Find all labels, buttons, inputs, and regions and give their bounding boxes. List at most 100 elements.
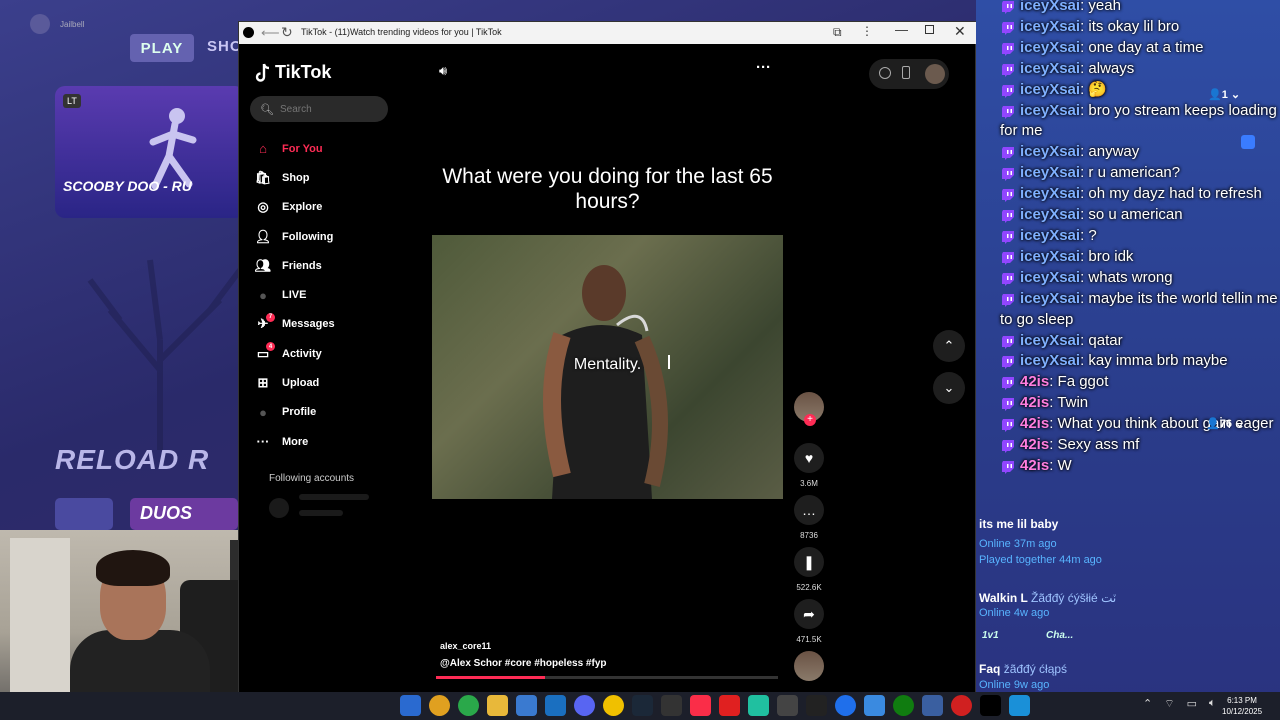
maximize-icon[interactable] [925, 25, 934, 34]
window-title: TikTok - (11)Watch trending videos for y… [301, 27, 502, 37]
close-icon[interactable]: ✕ [954, 23, 966, 40]
chat-message: iceyXsai: so u american [976, 205, 1280, 226]
steam-icon[interactable] [632, 695, 653, 716]
profile-avatar[interactable] [925, 64, 945, 84]
nav-item-for-you[interactable]: ⌂ For You [253, 134, 403, 163]
heart-icon[interactable]: ♥ [794, 443, 824, 473]
reload-icon[interactable]: ↻ [281, 24, 293, 41]
twitch-icon [1002, 335, 1014, 349]
nav-item-upload[interactable]: ⊞ Upload [253, 368, 403, 397]
nav-item-messages[interactable]: ✈︎ 7 Messages [253, 310, 403, 339]
clock[interactable]: 6:13 PM 10/12/2025 [1222, 695, 1262, 717]
speaker-icon[interactable]: 🔈︎ [1209, 697, 1216, 711]
nav-item-label: Upload [282, 377, 320, 390]
video-player[interactable]: What were you doing for the last 65 hour… [432, 82, 783, 702]
play-button[interactable]: PLAY [130, 34, 194, 62]
twitch-icon [1002, 105, 1014, 119]
file-explorer-icon[interactable] [487, 695, 508, 716]
app4-icon[interactable] [806, 695, 827, 716]
app3-icon[interactable] [777, 695, 798, 716]
monitor-icon[interactable]: ▭ [1187, 697, 1197, 711]
search-input[interactable] [279, 103, 380, 115]
sound-disc-avatar[interactable] [794, 651, 824, 681]
discord-icon[interactable] [574, 695, 595, 716]
nav-item-profile[interactable]: ● Profile [253, 398, 403, 427]
device-icon[interactable] [902, 66, 910, 79]
epic-icon[interactable] [661, 695, 682, 716]
nav-item-shop[interactable]: 🛍︎ Shop [253, 163, 403, 192]
nav-item-more[interactable]: ··· More [253, 427, 403, 456]
edge-icon[interactable] [835, 695, 856, 716]
event-card[interactable]: LT SCOOBY DOO - RU [55, 86, 245, 218]
xbox-icon[interactable] [893, 695, 914, 716]
search-box[interactable]: 🔍︎ [250, 96, 388, 122]
comment-icon[interactable]: … [794, 495, 824, 525]
chat-message: iceyXsai: qatar [976, 331, 1280, 352]
nav-item-explore[interactable]: ◎ Explore [253, 193, 403, 222]
creator-avatar[interactable]: + [792, 392, 826, 426]
bookmark-icon[interactable]: ❚ [794, 547, 824, 577]
video-subject [543, 265, 668, 499]
more-options-icon[interactable]: ··· [756, 59, 771, 76]
sound-disc[interactable] [792, 651, 826, 681]
network-icon[interactable]: ⌔ [1164, 697, 1174, 711]
tiktok-logo[interactable]: TikTok [255, 62, 331, 83]
explore-shortcut-icon[interactable] [879, 67, 891, 79]
app2-icon[interactable] [748, 695, 769, 716]
chat-text: always [1088, 59, 1135, 77]
previous-video-button[interactable]: ⌃ [933, 330, 965, 362]
app8-icon[interactable] [1009, 695, 1030, 716]
browser-window: ⟵ ↻ TikTok - (11)Watch trending videos f… [238, 21, 976, 702]
share-action[interactable]: ➦ 471.5K [792, 599, 826, 644]
youtube-icon[interactable] [719, 695, 740, 716]
nav-item-following[interactable]: 👤︎ Following [253, 222, 403, 251]
app7-icon[interactable] [951, 695, 972, 716]
widget-icon[interactable] [400, 695, 421, 716]
volume-icon[interactable]: 🔊︎ [439, 63, 447, 79]
app-icon[interactable] [603, 695, 624, 716]
app6-icon[interactable] [922, 695, 943, 716]
app5-icon[interactable] [864, 695, 885, 716]
video-clip[interactable]: Mentality. [432, 235, 783, 499]
minimize-icon[interactable]: — [895, 22, 908, 37]
friend-extra: Žãđđý ćýšłié ٽت [1031, 591, 1117, 605]
back-arrow-icon[interactable]: ⟵ [261, 25, 280, 41]
nav-item-activity[interactable]: ▭ 4 Activity [253, 339, 403, 368]
comment-action[interactable]: … 8736 [792, 495, 826, 540]
store-icon[interactable] [516, 695, 537, 716]
next-video-button[interactable]: ⌄ [933, 372, 965, 404]
avatar-icon[interactable] [30, 14, 50, 34]
tray-arrow-icon[interactable]: ⌃ [1143, 697, 1152, 711]
friend-name-text: Walkin L [979, 591, 1028, 605]
video-description[interactable]: @Alex Schor #core #hopeless #fyp [440, 658, 606, 669]
event-badge: LT [63, 94, 81, 108]
twitch-icon [1002, 293, 1014, 307]
nav-item-label: Explore [282, 201, 323, 214]
tiktok-taskbar-icon[interactable] [980, 695, 1001, 716]
menu-dots-icon[interactable]: ⋮ [861, 24, 873, 38]
nav-item-friends[interactable]: 👥︎ Friends [253, 251, 403, 280]
outlook-icon[interactable] [545, 695, 566, 716]
friend-name[interactable]: its me lil baby [979, 517, 1058, 531]
nav-item-label: Messages [282, 318, 335, 331]
follow-plus-icon[interactable]: + [804, 414, 816, 426]
music-icon[interactable] [690, 695, 711, 716]
avatar[interactable]: + [794, 392, 824, 426]
video-author[interactable]: alex_core11 [440, 641, 491, 651]
chat-text: r u american? [1088, 164, 1181, 182]
chrome-icon[interactable] [429, 695, 450, 716]
media-icon[interactable] [458, 695, 479, 716]
nav-item-live[interactable]: ● LIVE [253, 280, 403, 309]
chat-text: W [1057, 456, 1072, 474]
extensions-icon[interactable]: ⧉ [833, 25, 842, 40]
friend-name[interactable]: Faq žãđđý ćłąpś [979, 662, 1067, 676]
bookmark-count: 522.6K [796, 583, 822, 592]
bookmark-action[interactable]: ❚ 522.6K [792, 547, 826, 592]
mode-tile[interactable] [55, 498, 113, 530]
video-progress[interactable] [436, 676, 778, 679]
like-action[interactable]: ♥ 3.6M [792, 443, 826, 488]
nav-item-label: Following [282, 230, 334, 243]
friend-name[interactable]: Walkin L Žãđđý ćýšłié ٽت [979, 591, 1116, 605]
share-icon[interactable]: ➦ [794, 599, 824, 629]
friend-status: Online 4w ago [979, 607, 1050, 619]
